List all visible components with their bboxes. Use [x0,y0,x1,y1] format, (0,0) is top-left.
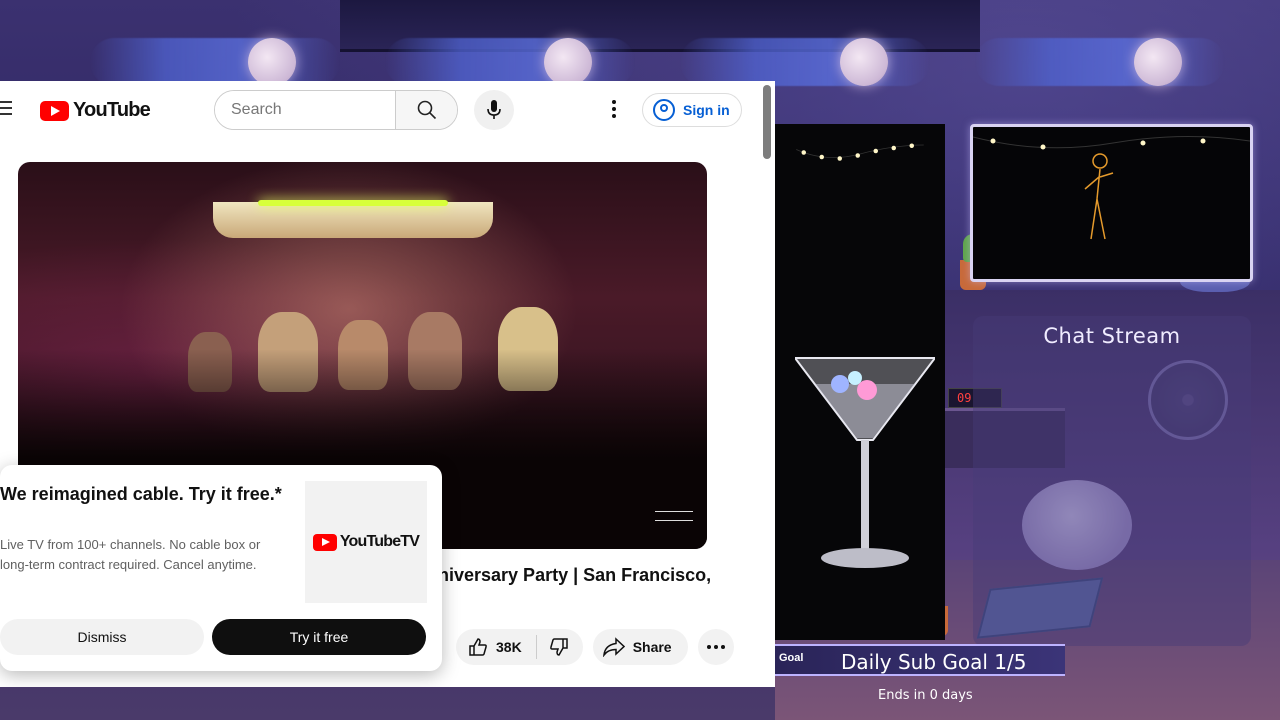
goal-ends-text: Ends in 0 days [878,688,973,703]
promo-title: We reimagined cable. Try it free.* [0,484,282,504]
chat-stream-panel: Chat Stream [973,316,1251,646]
center-overlay-panel [775,124,945,640]
goal-tag: Goal [779,652,804,664]
voice-search-button[interactable] [474,90,514,130]
night-sky-banner [90,38,340,86]
more-horiz-icon[interactable] [697,629,734,665]
dislike-button[interactable] [537,629,583,665]
dj-canopy [213,202,493,238]
youtube-header: YouTube Sign in [0,81,760,137]
moon-icon [840,38,888,86]
night-sky-banner [680,38,930,86]
try-it-free-button[interactable]: Try it free [212,619,426,655]
string-lights-icon [796,143,924,161]
share-label: Share [632,639,672,655]
search-input[interactable] [215,91,395,129]
search-icon [417,100,436,120]
youtube-logo-icon [40,100,69,121]
like-icon [469,638,487,656]
hamburger-icon[interactable] [0,101,12,115]
sign-in-button[interactable]: Sign in [642,93,742,127]
night-sky-banner [975,38,1225,86]
account-icon [653,99,675,121]
moon-icon [248,38,296,86]
dislike-icon [549,638,568,656]
more-vert-icon[interactable] [604,97,624,121]
youtube-tv-promo: We reimagined cable. Try it free.* Live … [0,465,442,671]
chat-stream-title: Chat Stream [1043,324,1181,348]
youtube-tv-logo-icon [312,533,337,551]
share-button[interactable]: Share [592,629,688,665]
moon-icon [1134,38,1182,86]
moon-icon [544,38,592,86]
martini-glass-icon [795,357,935,568]
like-count: 38K [496,639,522,655]
dismiss-button[interactable]: Dismiss [0,619,204,655]
youtube-window: YouTube Sign in [0,81,775,687]
like-button[interactable]: 38K [456,629,536,665]
goal-label: Daily Sub Goal 1/5 [841,650,1027,674]
promo-thumbnail: YouTubeTV [305,481,427,603]
dancer-silhouette-icon [972,135,1251,240]
promo-body: Live TV from 100+ channels. No cable box… [0,537,261,572]
youtube-tv-logo-text: YouTubeTV [339,533,420,550]
youtube-logo[interactable]: YouTube [40,99,151,122]
sub-goal-bar: Goal Daily Sub Goal 1/5 [775,644,1065,676]
scrollbar[interactable] [763,85,771,159]
video-actions: 38K Share [456,629,734,665]
video-title: niversary Party | San Francisco, [438,565,712,585]
night-sky-banner [385,38,635,86]
stage-light [258,200,448,206]
mic-icon [487,100,501,119]
video-watermark [655,511,693,521]
share-icon [602,637,625,657]
like-dislike-group: 38K [456,629,583,665]
sign-in-label: Sign in [683,102,730,118]
search-box [214,90,458,130]
youtube-logo-text: YouTube [73,99,151,121]
webcam-frame [970,124,1253,282]
search-button[interactable] [395,91,457,129]
